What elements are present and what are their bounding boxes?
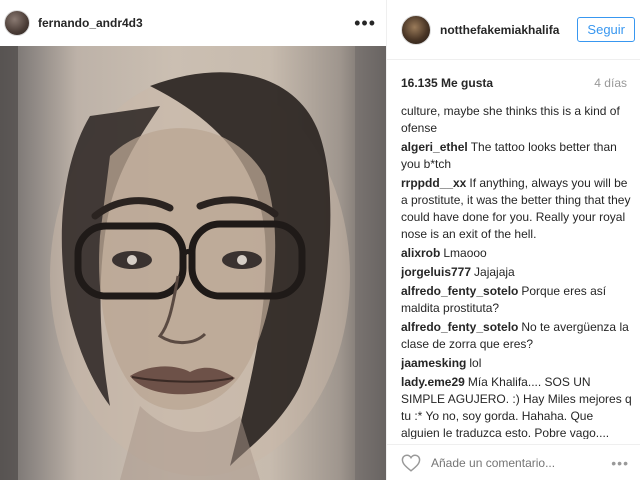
comment-item: jaamesking lol xyxy=(401,355,633,372)
post-header: fernando_andr4d3 ••• xyxy=(0,0,386,46)
comment-item: alfredo_fenty_sotelo Porque eres así mald… xyxy=(401,283,633,317)
comment-input[interactable] xyxy=(431,455,601,470)
post-author[interactable]: fernando_andr4d3 xyxy=(38,16,143,30)
post-photo[interactable] xyxy=(0,46,386,480)
post-details-panel: notthefakemiakhalifa Seguir 16.135 Me gu… xyxy=(386,0,640,480)
add-comment-bar: ••• xyxy=(387,444,640,480)
comment-text: Lmaooo xyxy=(443,246,487,260)
comment-item: alfredo_fenty_sotelo No te avergüenza la … xyxy=(401,319,633,353)
more-options-icon[interactable]: ••• xyxy=(611,455,629,471)
comment-item: alixrob Lmaooo xyxy=(401,245,633,262)
profile-username[interactable]: notthefakemiakhalifa xyxy=(440,23,559,37)
post-age[interactable]: 4 días xyxy=(594,76,627,90)
comment-username[interactable]: alfredo_fenty_sotelo xyxy=(401,320,518,334)
comment-text: lol xyxy=(469,356,482,370)
comment-username[interactable]: lady.eme29 xyxy=(401,375,465,389)
comment-username[interactable]: jorgeluis777 xyxy=(401,265,471,279)
profile-avatar[interactable] xyxy=(401,14,431,45)
comment-item: lady.eme29 Mía Khalifa.... SOS UN SIMPLE … xyxy=(401,374,633,439)
follow-button[interactable]: Seguir xyxy=(577,17,635,42)
comment-username[interactable]: alfredo_fenty_sotelo xyxy=(401,284,518,298)
comment-item: culture, maybe she thinks this is a kind… xyxy=(401,103,633,137)
comment-item: rrppdd__xx If anything, always you will b… xyxy=(401,175,633,243)
comment-text: culture, maybe she thinks this is a kind… xyxy=(401,104,620,135)
comment-username[interactable]: algeri_ethel xyxy=(401,140,468,154)
comment-item: jorgeluis777 Jajajaja xyxy=(401,264,633,281)
panel-header: notthefakemiakhalifa Seguir xyxy=(387,0,640,60)
post-more-options-icon[interactable]: ••• xyxy=(354,14,376,32)
author-avatar[interactable] xyxy=(4,10,30,36)
comment-username[interactable]: rrppdd__xx xyxy=(401,176,466,190)
likes-count[interactable]: 16.135 Me gusta xyxy=(401,76,493,90)
comment-username[interactable]: alixrob xyxy=(401,246,440,260)
comment-username[interactable]: jaamesking xyxy=(401,356,466,370)
comments-list[interactable]: culture, maybe she thinks this is a kind… xyxy=(401,103,633,439)
post-media-column: fernando_andr4d3 ••• xyxy=(0,0,386,480)
tattoo-portrait-image xyxy=(0,46,386,480)
post-stats: 16.135 Me gusta 4 días xyxy=(401,76,627,90)
comment-item: algeri_ethel The tattoo looks better than… xyxy=(401,139,633,173)
heart-icon[interactable] xyxy=(401,453,421,472)
comment-text: Jajajaja xyxy=(474,265,515,279)
